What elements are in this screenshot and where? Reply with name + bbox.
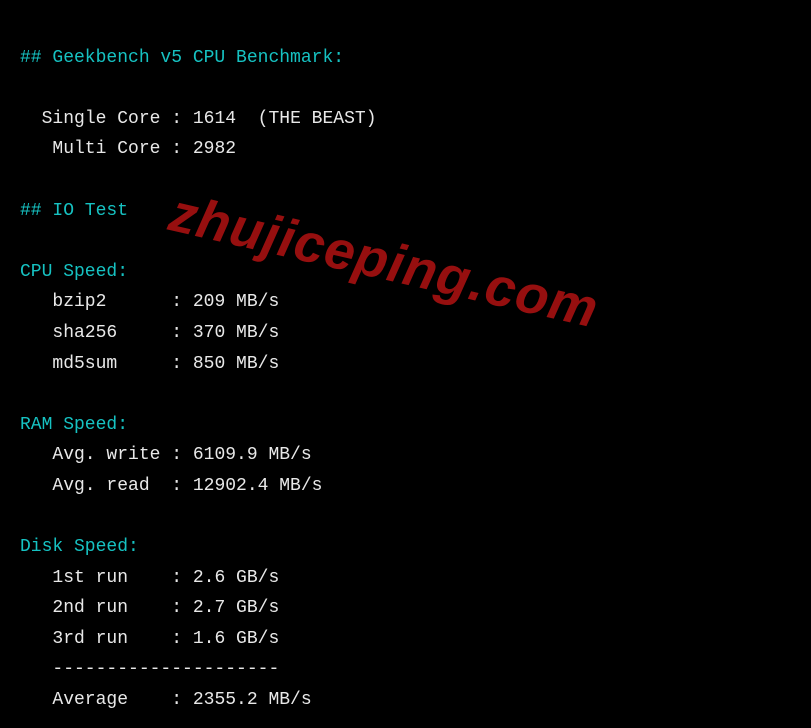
disk-speed-label: Disk Speed:	[20, 537, 139, 557]
disk-row-1: 1st run : 2.6 GB/s	[20, 568, 279, 588]
geekbench-multi-row: Multi Core : 2982	[20, 139, 236, 159]
cpu-speed-label: CPU Speed:	[20, 262, 128, 282]
disk-separator: ---------------------	[20, 659, 279, 679]
io-header: ## IO Test	[20, 201, 128, 221]
cpu-row-sha256: sha256 : 370 MB/s	[20, 323, 279, 343]
cpu-row-bzip2: bzip2 : 209 MB/s	[20, 292, 279, 312]
terminal-output: ## Geekbench v5 CPU Benchmark: Single Co…	[0, 0, 811, 728]
disk-row-3: 3rd run : 1.6 GB/s	[20, 629, 279, 649]
geekbench-header: ## Geekbench v5 CPU Benchmark:	[20, 48, 344, 68]
disk-average-row: Average : 2355.2 MB/s	[20, 690, 312, 710]
cpu-row-md5sum: md5sum : 850 MB/s	[20, 354, 279, 374]
disk-row-2: 2nd run : 2.7 GB/s	[20, 598, 279, 618]
ram-speed-label: RAM Speed:	[20, 415, 128, 435]
ram-row-read: Avg. read : 12902.4 MB/s	[20, 476, 322, 496]
geekbench-single-row: Single Core : 1614 (THE BEAST)	[20, 109, 377, 129]
ram-row-write: Avg. write : 6109.9 MB/s	[20, 445, 312, 465]
